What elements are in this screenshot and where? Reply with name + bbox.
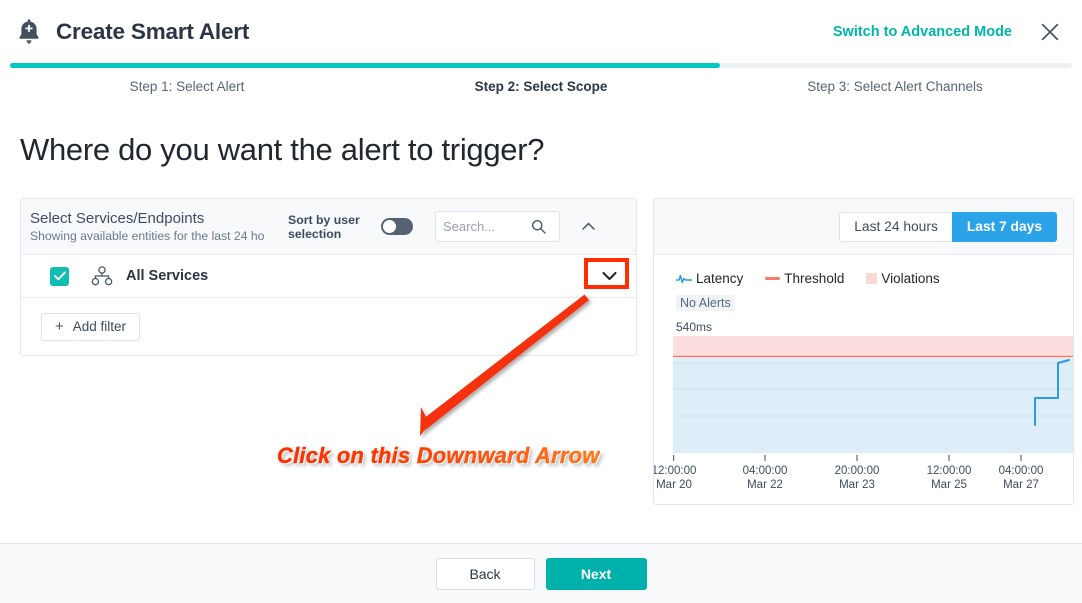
scope-panel-title: Select Services/Endpoints xyxy=(30,210,205,227)
dialog-header: Create Smart Alert Switch to Advanced Mo… xyxy=(0,0,1082,63)
x-axis-ticks xyxy=(673,455,1022,461)
x-tick-0: 12:00:00 Mar 20 xyxy=(653,465,697,491)
search-input[interactable] xyxy=(443,219,531,234)
add-filter-label: Add filter xyxy=(72,319,127,334)
step-2-label[interactable]: Step 2: Select Scope xyxy=(364,79,718,94)
x-tick-2: 20:00:00 Mar 23 xyxy=(834,465,880,491)
scope-panel-header: Select Services/Endpoints Showing availa… xyxy=(21,199,636,255)
chart-header: Last 24 hours Last 7 days xyxy=(654,199,1073,255)
dialog-footer: Back Next xyxy=(0,543,1082,603)
no-alerts-badge: No Alerts xyxy=(676,295,735,311)
page-title: Where do you want the alert to trigger? xyxy=(20,132,545,167)
stepper-labels: Step 1: Select Alert Step 2: Select Scop… xyxy=(10,79,1072,94)
scope-panel-titles: Select Services/Endpoints Showing availa… xyxy=(30,210,284,243)
square-icon xyxy=(866,273,878,284)
dialog-title: Create Smart Alert xyxy=(56,18,250,44)
legend-item-threshold[interactable]: Threshold xyxy=(765,271,844,286)
range-last-7-days[interactable]: Last 7 days xyxy=(951,211,1057,242)
latency-chart xyxy=(673,336,1073,453)
wizard-stepper: Step 1: Select Alert Step 2: Select Scop… xyxy=(0,63,1082,110)
step-3-label[interactable]: Step 3: Select Alert Channels xyxy=(718,79,1072,94)
chart-legend: Latency Threshold Violations xyxy=(676,271,1073,286)
table-row[interactable]: All Services xyxy=(21,255,636,298)
bell-plus-icon xyxy=(16,18,42,46)
services-hierarchy-icon xyxy=(69,266,113,286)
legend-label-latency: Latency xyxy=(696,271,744,286)
chevron-up-icon[interactable] xyxy=(578,217,598,237)
annotation-text: Click on this Downward Arrow xyxy=(277,443,600,468)
chart-plot-area xyxy=(673,336,1073,453)
legend-item-latency[interactable]: Latency xyxy=(676,271,743,286)
filter-area: + Add filter xyxy=(21,298,636,355)
range-last-24-hours[interactable]: Last 24 hours xyxy=(839,211,952,242)
scope-selection-panel: Select Services/Endpoints Showing availa… xyxy=(20,198,637,356)
add-filter-button[interactable]: + Add filter xyxy=(41,312,141,341)
header-right-group: Switch to Advanced Mode xyxy=(833,22,1060,42)
x-tick-1: 04:00:00 Mar 22 xyxy=(742,465,788,491)
next-button[interactable]: Next xyxy=(545,557,647,590)
preview-chart-panel: Last 24 hours Last 7 days Latency Thresh… xyxy=(653,198,1074,505)
close-icon[interactable] xyxy=(1040,22,1060,42)
switch-advanced-mode-link[interactable]: Switch to Advanced Mode xyxy=(833,24,1012,40)
violation-band xyxy=(673,336,1073,356)
legend-item-violations[interactable]: Violations xyxy=(866,271,940,286)
plus-icon: + xyxy=(55,318,64,335)
stepper-progress-fill xyxy=(10,63,720,68)
row-label-all-services: All Services xyxy=(126,268,209,284)
step-1-label[interactable]: Step 1: Select Alert xyxy=(10,79,364,94)
search-icon[interactable] xyxy=(531,219,546,234)
create-smart-alert-dialog: Create Smart Alert Switch to Advanced Mo… xyxy=(0,0,1082,603)
chart-x-axis: 12:00:00 Mar 20 04:00:00 Mar 22 20:00:00… xyxy=(654,455,1073,495)
x-tick-3: 12:00:00 Mar 25 xyxy=(926,465,972,491)
scope-panel-subtitle: Showing available entities for the last … xyxy=(30,229,265,243)
chevron-down-icon[interactable] xyxy=(594,265,624,287)
y-axis-max-label: 540ms xyxy=(676,320,713,334)
sort-by-user-selection-toggle[interactable] xyxy=(381,218,413,235)
pulse-line-icon xyxy=(676,273,692,285)
stepper-track xyxy=(10,63,1072,68)
line-icon xyxy=(765,277,781,280)
legend-label-violations: Violations xyxy=(881,271,940,286)
toggle-knob xyxy=(383,220,396,233)
sort-by-user-selection-label: Sort by user selection xyxy=(288,212,360,241)
back-button[interactable]: Back xyxy=(435,557,535,590)
legend-label-threshold: Threshold xyxy=(784,271,845,286)
all-services-checkbox[interactable] xyxy=(50,266,69,286)
search-box[interactable] xyxy=(435,211,560,242)
x-tick-4: 04:00:00 Mar 27 xyxy=(998,465,1044,491)
time-range-toggle-group: Last 24 hours Last 7 days xyxy=(839,211,1057,242)
plot-background xyxy=(673,358,1073,453)
header-left-group: Create Smart Alert xyxy=(16,18,249,46)
